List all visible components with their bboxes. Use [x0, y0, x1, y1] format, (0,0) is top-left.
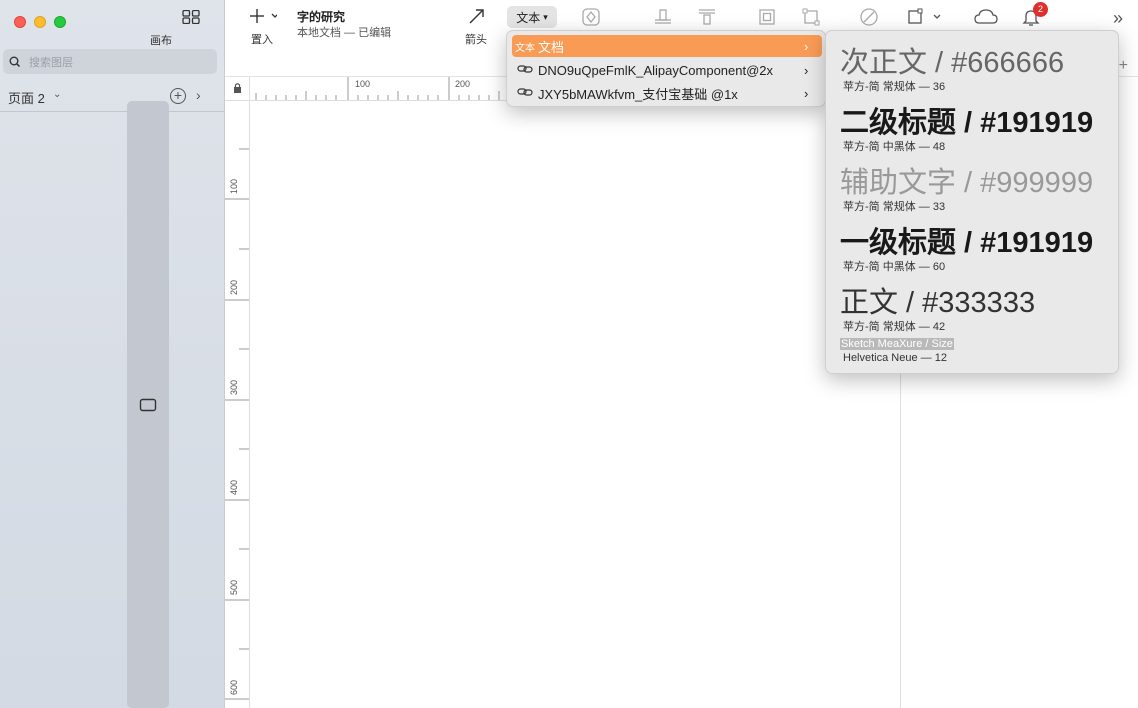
link-icon — [512, 86, 538, 101]
close-window-button[interactable] — [14, 16, 26, 28]
menu-item-library[interactable]: JXY5bMAWkfvm_支付宝基础 @1x › — [512, 82, 822, 104]
align-top-icon[interactable] — [697, 7, 717, 32]
ruler-tick-label: 400 — [229, 479, 239, 495]
text-styles-menu: 文本 文档 › DNO9uQpeFmlK_AlipayComponent@2x … — [506, 30, 826, 107]
ruler-lock[interactable] — [225, 77, 250, 101]
scale-icon[interactable] — [801, 7, 821, 32]
notification-badge: 2 — [1033, 2, 1048, 17]
document-title: 字的研究 — [297, 10, 346, 24]
text-styles-submenu: 次正文 / #666666 苹方-简 常规体 — 36 二级标题 / #1919… — [825, 30, 1119, 374]
ruler-tick-label: 300 — [229, 379, 239, 395]
arrow-tool-button[interactable] — [467, 6, 487, 31]
search-icon — [9, 56, 21, 67]
menu-item-document[interactable]: 文本 文档 › — [512, 35, 822, 57]
page-selector[interactable]: 页面 2 ⌄ + › — [0, 84, 224, 112]
add-page-button[interactable]: + — [170, 88, 186, 104]
create-symbol-icon[interactable] — [581, 7, 601, 32]
menu-item-label: DNO9uQpeFmlK_AlipayComponent@2x — [538, 62, 774, 78]
vertical-ruler[interactable]: 100 200 300 400 500 600 — [225, 101, 250, 708]
menu-item-label: JXY5bMAWkfvm_支付宝基础 @1x — [538, 86, 738, 102]
components-view-button[interactable] — [174, 7, 208, 27]
arrow-icon — [469, 9, 484, 24]
lock-icon — [234, 83, 241, 93]
sidebar: 画布 搜索图层 页面 2 ⌄ + › — [0, 0, 225, 708]
chevron-right-icon: › — [804, 38, 809, 54]
chevron-down-icon: ⌄ — [53, 89, 62, 100]
ruler-tick-label: 100 — [229, 178, 239, 194]
minimize-window-button[interactable] — [34, 16, 46, 28]
grid-icon — [182, 10, 200, 24]
text-style-meta: 苹方-简 中黑体 — 48 — [843, 141, 946, 153]
text-style-item[interactable]: 一级标题 / #191919 — [840, 219, 1093, 261]
canvas-view-button[interactable] — [127, 101, 169, 708]
canvas-view-label: 画布 — [150, 35, 172, 47]
text-style-meta: Helvetica Neue — 12 — [843, 352, 947, 364]
chevron-right-icon: › — [804, 62, 809, 78]
menu-item-library[interactable]: DNO9uQpeFmlK_AlipayComponent@2x › — [512, 59, 822, 81]
design-canvas[interactable] — [250, 101, 900, 708]
text-style-item[interactable]: 次正文 / #666666 — [840, 39, 1064, 81]
text-style-item[interactable]: 辅助文字 / #999999 — [840, 159, 1093, 201]
chevron-right-icon[interactable]: › — [196, 87, 201, 103]
link-icon — [512, 63, 538, 78]
text-styles-label: 文本 — [516, 10, 541, 25]
mask-icon[interactable] — [757, 7, 777, 32]
text-style-item[interactable]: 二级标题 / #191919 — [840, 99, 1093, 141]
ruler-tick-label: 600 — [229, 679, 239, 695]
layer-search-input[interactable]: 搜索图层 — [3, 49, 217, 74]
align-bottom-icon[interactable] — [653, 7, 673, 32]
ruler-tick-label: 500 — [229, 579, 239, 595]
text-style-item[interactable]: 正文 / #333333 — [840, 279, 1035, 321]
more-tools-icon[interactable]: » — [1113, 8, 1123, 29]
canvas-icon — [139, 398, 157, 411]
document-status: 本地文档 — 已编辑 — [297, 27, 392, 39]
plus-icon[interactable]: + — [1119, 57, 1128, 75]
text-style-meta: 苹方-简 中黑体 — 60 — [843, 261, 946, 273]
insert-label: 置入 — [251, 34, 273, 46]
search-placeholder: 搜索图层 — [29, 56, 73, 69]
ruler-tick-label: 100 — [355, 79, 371, 89]
transform-icon[interactable] — [907, 7, 941, 32]
app-window: 画布 搜索图层 页面 2 ⌄ + › 置入 字的研究 本地文档 — 已编辑 箭头… — [0, 0, 1138, 708]
chevron-down-icon: ▾ — [543, 11, 548, 22]
text-icon: 文本 — [515, 42, 535, 54]
text-style-item-highlighted[interactable]: Sketch MeaXure / Size — [840, 338, 954, 350]
flatten-icon[interactable] — [859, 7, 879, 32]
text-style-meta: 苹方-简 常规体 — 33 — [843, 201, 946, 213]
ruler-tick-label: 200 — [455, 79, 471, 89]
chevron-right-icon: › — [804, 85, 809, 101]
menu-item-label: 文档 — [538, 39, 565, 55]
text-styles-button[interactable]: 文本 ▾ — [507, 6, 557, 28]
cloud-icon[interactable] — [973, 7, 999, 32]
zoom-window-button[interactable] — [54, 16, 66, 28]
plus-icon — [250, 9, 279, 23]
ruler-tick-label: 200 — [229, 279, 239, 295]
text-style-meta: 苹方-简 常规体 — 36 — [843, 81, 946, 93]
text-style-meta: 苹方-简 常规体 — 42 — [843, 321, 946, 333]
insert-button[interactable] — [247, 6, 279, 31]
page-label: 页面 2 — [8, 91, 45, 106]
arrow-label: 箭头 — [465, 34, 487, 46]
